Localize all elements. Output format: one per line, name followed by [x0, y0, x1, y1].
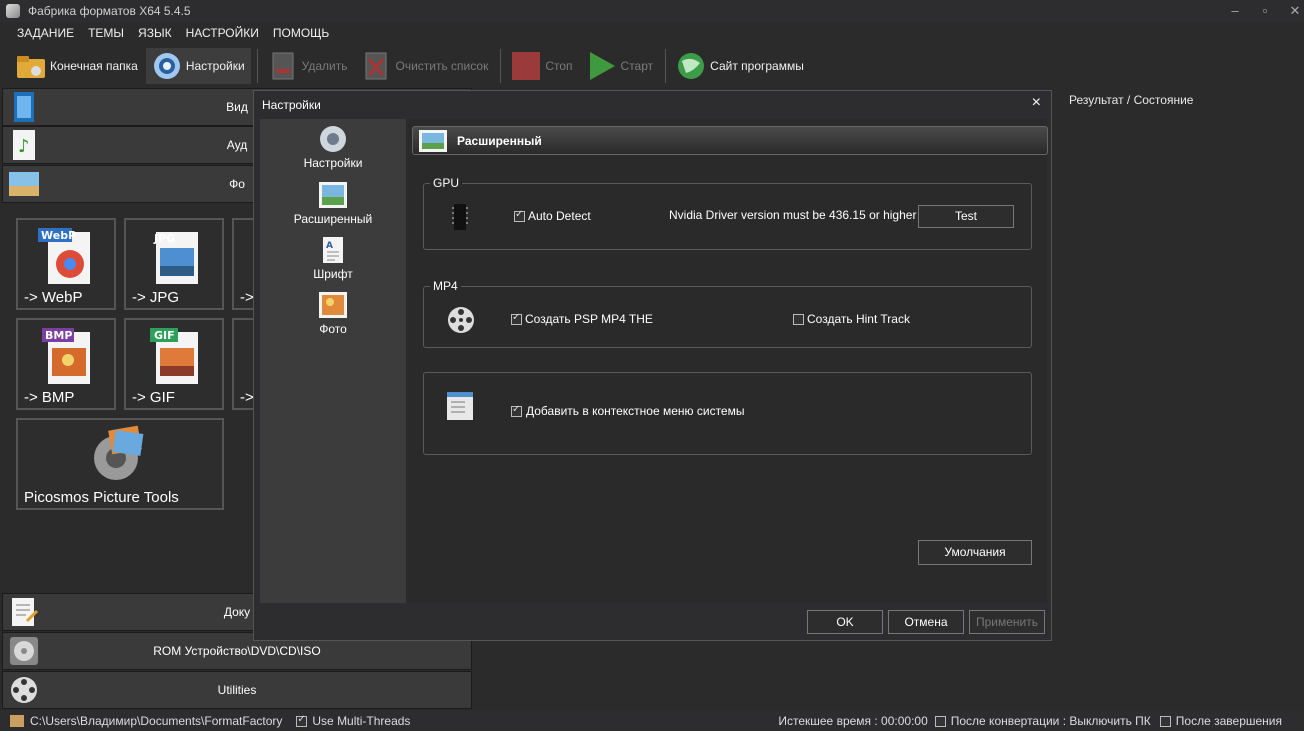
- dialog-footer: OK Отмена Применить: [254, 603, 1051, 641]
- multithreads-checkbox[interactable]: [296, 714, 308, 727]
- app-icon: [6, 4, 20, 18]
- settings-button[interactable]: Настройки: [145, 48, 251, 84]
- gif-file-icon: GIF: [146, 326, 202, 386]
- status-bar: C:\Users\Владимир\Documents\FormatFactor…: [0, 711, 1304, 731]
- test-button[interactable]: Test: [918, 205, 1014, 228]
- svg-text:BMP: BMP: [45, 329, 72, 342]
- close-icon[interactable]: ×: [1032, 94, 1041, 112]
- tile-picosmos[interactable]: Picosmos Picture Tools: [16, 418, 224, 510]
- mp4-group: MP4 Создать PSP MP4 THE Создать Hint Tra…: [423, 279, 1032, 348]
- hint-track-checkbox[interactable]: [793, 314, 804, 325]
- toolbar: Конечная папка Настройки Удалить Очистит…: [0, 46, 1304, 86]
- svg-text:JPG: JPG: [153, 232, 175, 245]
- camera-gear-icon: [318, 125, 348, 153]
- toolbar-separator: [665, 49, 667, 83]
- bmp-file-icon: BMP: [38, 326, 94, 386]
- globe-icon: [676, 51, 706, 81]
- context-menu-group: Добавить в контекстное меню системы: [423, 372, 1032, 455]
- photo-icon: [318, 291, 348, 319]
- context-menu-checkbox[interactable]: [511, 404, 522, 417]
- settings-gear-icon: [152, 51, 182, 81]
- settings-sidebar: Настройки Расширенный A Шрифт Фото: [260, 119, 406, 603]
- section-header: Расширенный: [412, 126, 1048, 155]
- context-menu-icon: [446, 391, 474, 421]
- ok-button[interactable]: OK: [807, 610, 883, 634]
- multithreads-label: Use Multi-Threads: [312, 714, 411, 728]
- chip-icon: [452, 204, 468, 230]
- apply-button[interactable]: Применить: [969, 610, 1045, 634]
- defaults-button[interactable]: Умолчания: [918, 540, 1032, 565]
- picture-icon: [419, 129, 447, 152]
- elapsed-time: Истекшее время : 00:00:00: [778, 714, 928, 728]
- sidebar-item-settings[interactable]: Настройки: [260, 125, 406, 177]
- tile-webp[interactable]: WebP -> WebP: [16, 218, 116, 310]
- delete-icon: [268, 51, 298, 81]
- webp-file-icon: WebP: [38, 226, 94, 286]
- after-finish-checkbox[interactable]: [1159, 715, 1171, 727]
- menu-help[interactable]: ПОМОЩЬ: [273, 26, 329, 40]
- menu-bar: ЗАДАНИЕ ТЕМЫ ЯЗЫК НАСТРОЙКИ ПОМОЩЬ: [0, 22, 1304, 44]
- menu-themes[interactable]: ТЕМЫ: [88, 26, 124, 40]
- menu-settings[interactable]: НАСТРОЙКИ: [186, 26, 259, 40]
- svg-text:GIF: GIF: [154, 329, 175, 342]
- tile-jpg[interactable]: JPG -> JPG: [124, 218, 224, 310]
- settings-dialog: Настройки × Настройки Расширенный A Шриф…: [253, 90, 1052, 641]
- toolbar-separator: [500, 49, 502, 83]
- folder-icon: [16, 51, 46, 81]
- picosmos-gear-icon: [88, 424, 144, 484]
- output-path[interactable]: C:\Users\Владимир\Documents\FormatFactor…: [30, 714, 282, 728]
- title-bar: Фабрика форматов X64 5.4.5 – ▫ ✕: [0, 0, 1304, 22]
- menu-language[interactable]: ЯЗЫК: [138, 26, 172, 40]
- clear-list-button[interactable]: Очистить список: [355, 48, 494, 84]
- minimize-button[interactable]: –: [1220, 0, 1250, 22]
- start-button[interactable]: Старт: [581, 48, 660, 84]
- play-icon: [587, 51, 617, 81]
- gpu-group: GPU Auto Detect Nvidia Driver version mu…: [423, 176, 1032, 250]
- jpg-file-icon: JPG: [146, 226, 202, 286]
- close-window-button[interactable]: ✕: [1280, 0, 1304, 22]
- window-title: Фабрика форматов X64 5.4.5: [28, 4, 191, 18]
- sidebar-item-advanced[interactable]: Расширенный: [260, 181, 406, 233]
- clear-list-icon: [361, 51, 391, 81]
- tile-bmp[interactable]: BMP -> BMP: [16, 318, 116, 410]
- psp-mp4-checkbox[interactable]: [511, 312, 522, 325]
- after-convert-checkbox[interactable]: [934, 715, 946, 727]
- category-utilities[interactable]: Utilities: [2, 671, 472, 709]
- output-folder-button[interactable]: Конечная папка: [10, 48, 144, 84]
- psp-mp4-label: Создать PSP MP4 THE: [525, 312, 653, 326]
- menu-task[interactable]: ЗАДАНИЕ: [17, 26, 74, 40]
- auto-detect-checkbox[interactable]: [514, 209, 525, 222]
- cancel-button[interactable]: Отмена: [888, 610, 964, 634]
- website-button[interactable]: Сайт программы: [670, 48, 810, 84]
- svg-text:WebP: WebP: [41, 229, 76, 242]
- auto-detect-label: Auto Detect: [528, 209, 591, 223]
- stop-button[interactable]: Стоп: [505, 48, 578, 84]
- picture-icon: [318, 181, 348, 209]
- toolbar-separator: [256, 49, 258, 83]
- svg-text:A: A: [326, 241, 333, 251]
- hint-track-label: Создать Hint Track: [807, 312, 910, 326]
- folder-icon: [10, 715, 24, 727]
- delete-button[interactable]: Удалить: [262, 48, 354, 84]
- after-finish-label: После завершения: [1175, 714, 1282, 728]
- tile-gif[interactable]: GIF -> GIF: [124, 318, 224, 410]
- after-convert-label: После конвертации : Выключить ПК: [950, 714, 1151, 728]
- sidebar-item-font[interactable]: A Шрифт: [260, 236, 406, 288]
- context-menu-label: Добавить в контекстное меню системы: [526, 404, 745, 418]
- stop-icon: [511, 51, 541, 81]
- film-reel-icon: [446, 305, 476, 335]
- result-status-header: Результат / Состояние: [1069, 93, 1194, 107]
- sidebar-item-photo[interactable]: Фото: [260, 291, 406, 343]
- gpu-driver-note: Nvidia Driver version must be 436.15 or …: [669, 208, 917, 222]
- font-document-icon: A: [318, 236, 348, 264]
- dialog-title: Настройки: [262, 98, 321, 112]
- maximize-button[interactable]: ▫: [1250, 0, 1280, 22]
